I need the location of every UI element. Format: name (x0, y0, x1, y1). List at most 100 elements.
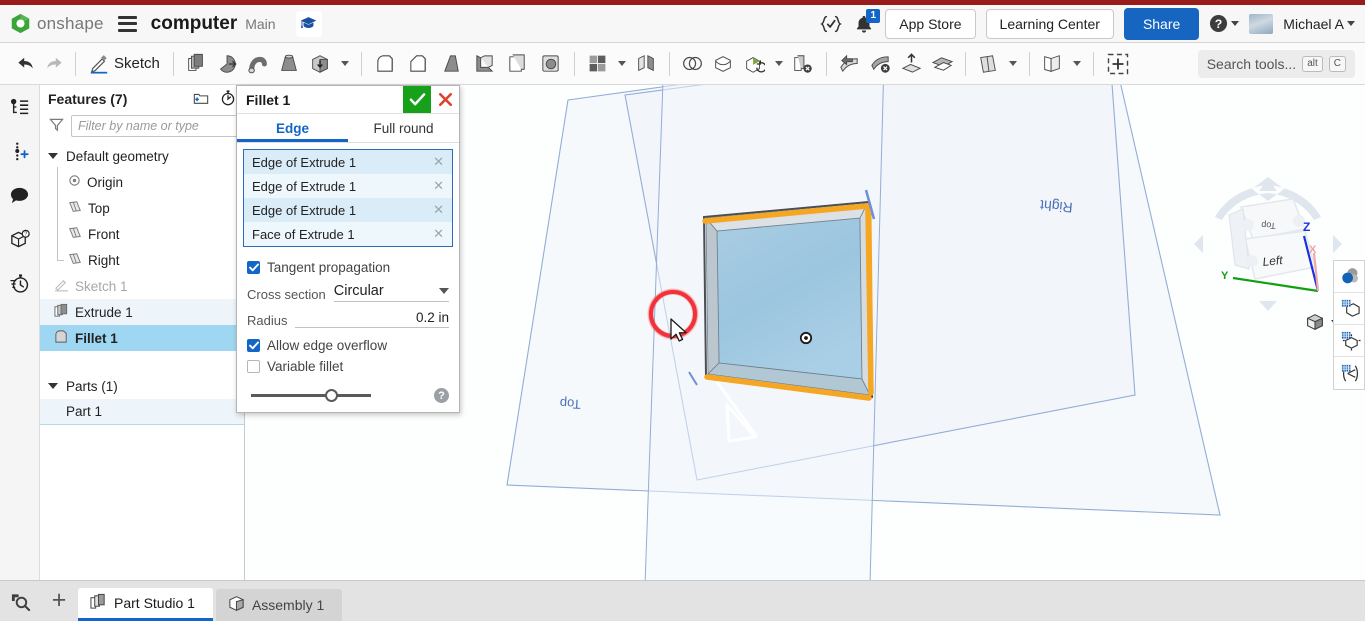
feature-list-icon[interactable] (7, 94, 33, 120)
chamfer-tool[interactable] (402, 47, 435, 81)
selection-row[interactable]: Edge of Extrude 1 ✕ (244, 174, 452, 198)
cross-section-select[interactable]: Circular (333, 283, 449, 302)
history-icon[interactable] (7, 270, 33, 296)
comments-icon[interactable] (7, 182, 33, 208)
tree-item-origin[interactable]: Origin (40, 167, 244, 195)
explode-view-icon[interactable] (1334, 325, 1365, 357)
selection-row[interactable]: Face of Extrude 1 ✕ (244, 222, 452, 246)
tree-item-extrude-1[interactable]: Extrude 1 (40, 299, 244, 325)
chevron-down-icon[interactable] (617, 61, 626, 66)
onshape-logo-icon[interactable] (9, 13, 31, 35)
variable-fillet-checkbox[interactable] (247, 360, 260, 373)
document-branch[interactable]: Main (245, 16, 275, 32)
transform-tool[interactable] (739, 47, 770, 81)
tree-item-right-plane[interactable]: Right (40, 245, 244, 273)
extrude-tool[interactable] (181, 47, 212, 81)
part-info-icon[interactable]: ? (7, 226, 33, 252)
chevron-down-icon[interactable] (774, 61, 783, 66)
rollback-timer-icon[interactable] (220, 89, 236, 109)
tab-assembly-1[interactable]: Assembly 1 (215, 589, 343, 621)
tree-item-front-plane[interactable]: Front (40, 219, 244, 247)
search-tools-input[interactable]: Search tools... alt C (1197, 49, 1355, 78)
mirror-tool[interactable] (631, 47, 662, 81)
user-menu[interactable]: Michael A (1283, 16, 1355, 32)
chevron-down-icon[interactable] (340, 61, 349, 66)
tangent-propagation-checkbox[interactable] (247, 261, 260, 274)
view-cube[interactable]: Top Left Y Z X (1193, 173, 1343, 313)
tree-item-top-plane[interactable]: Top (40, 193, 244, 221)
chevron-down-icon[interactable] (1008, 61, 1017, 66)
parts-section-header[interactable]: Parts (1) (40, 373, 244, 399)
insert-crosshair-icon[interactable] (1101, 47, 1135, 81)
new-folder-icon[interactable] (193, 91, 209, 108)
display-state-icon[interactable] (1334, 261, 1365, 293)
app-store-button[interactable]: App Store (885, 8, 976, 39)
sweep-tool[interactable] (243, 47, 274, 81)
add-variable-icon[interactable] (7, 138, 33, 164)
tangent-propagation-row[interactable]: Tangent propagation (247, 260, 449, 275)
hamburger-icon[interactable] (117, 15, 137, 32)
thicken-box-icon[interactable] (305, 47, 336, 81)
x-remove-icon[interactable]: ✕ (433, 202, 444, 218)
radius-value: 0.2 in (415, 310, 449, 325)
move-face-tool[interactable] (834, 47, 865, 81)
tree-item-fillet-1[interactable]: Fillet 1 (40, 325, 244, 351)
variable-fillet-row[interactable]: Variable fillet (247, 359, 449, 374)
selection-row[interactable]: Edge of Extrude 1 ✕ (244, 150, 452, 174)
undo-arrow-icon[interactable] (12, 47, 40, 81)
graduation-cap-icon[interactable] (295, 10, 322, 37)
radius-input[interactable]: 0.2 in (295, 310, 449, 328)
question-mark-icon[interactable]: ? (434, 388, 449, 403)
x-remove-icon[interactable]: ✕ (433, 178, 444, 194)
draft-tool[interactable] (435, 47, 468, 81)
selection-row[interactable]: Edge of Extrude 1 ✕ (244, 198, 452, 222)
delete-face-tool[interactable] (865, 47, 896, 81)
chevron-down-icon[interactable] (1072, 61, 1081, 66)
dialog-footer: ? (237, 376, 459, 412)
shell-tool[interactable] (468, 47, 501, 81)
split-tool[interactable] (708, 47, 739, 81)
opacity-slider[interactable] (251, 389, 371, 402)
delete-part-tool[interactable] (788, 47, 819, 81)
tree-item-default-geometry[interactable]: Default geometry (40, 143, 244, 169)
tab-edge[interactable]: Edge (237, 114, 348, 142)
sheet-metal-tool[interactable] (1037, 47, 1068, 81)
revolve-tool[interactable] (212, 47, 243, 81)
allow-edge-overflow-checkbox[interactable] (247, 339, 260, 352)
redo-arrow-icon[interactable] (40, 47, 68, 81)
x-remove-icon[interactable]: ✕ (433, 226, 444, 242)
plane-tool[interactable] (973, 47, 1004, 81)
chevron-down-icon[interactable] (48, 153, 58, 159)
notifications-button[interactable]: 1 (853, 8, 881, 36)
section-view-icon[interactable] (1334, 357, 1365, 389)
check-braces-icon[interactable] (819, 14, 843, 34)
slider-knob[interactable] (325, 389, 338, 402)
fillet-selection-list[interactable]: Edge of Extrude 1 ✕ Edge of Extrude 1 ✕ … (243, 149, 453, 247)
fillet-tool[interactable] (369, 47, 402, 81)
offset-surface-tool[interactable] (927, 47, 958, 81)
learning-center-button[interactable]: Learning Center (985, 8, 1114, 39)
allow-edge-overflow-row[interactable]: Allow edge overflow (247, 338, 449, 353)
sketch-button[interactable]: Sketch (83, 47, 166, 81)
dialog-accept-button[interactable] (403, 86, 431, 113)
hole-tool[interactable] (501, 47, 534, 81)
add-tab-button[interactable]: + (40, 580, 78, 621)
avatar[interactable] (1249, 13, 1274, 34)
chevron-down-icon[interactable] (48, 383, 58, 389)
render-mode-icon[interactable] (1334, 293, 1365, 325)
tree-item-sketch-1[interactable]: Sketch 1 (40, 273, 244, 299)
dialog-cancel-button[interactable] (431, 86, 459, 113)
tab-full-round[interactable]: Full round (348, 114, 459, 142)
boolean-tool[interactable] (534, 47, 567, 81)
feature-filter-input[interactable] (71, 115, 248, 137)
pattern-tool[interactable] (582, 47, 613, 81)
parts-item-part-1[interactable]: Part 1 (40, 399, 244, 425)
tab-part-studio-1[interactable]: Part Studio 1 (78, 588, 213, 621)
replace-face-tool[interactable] (896, 47, 927, 81)
zoom-search-icon[interactable] (0, 580, 40, 621)
help-menu[interactable]: ? (1209, 14, 1240, 33)
boolean-circles-icon[interactable] (677, 47, 708, 81)
loft-tool[interactable] (274, 47, 305, 81)
x-remove-icon[interactable]: ✕ (433, 154, 444, 170)
share-button[interactable]: Share (1123, 7, 1200, 40)
